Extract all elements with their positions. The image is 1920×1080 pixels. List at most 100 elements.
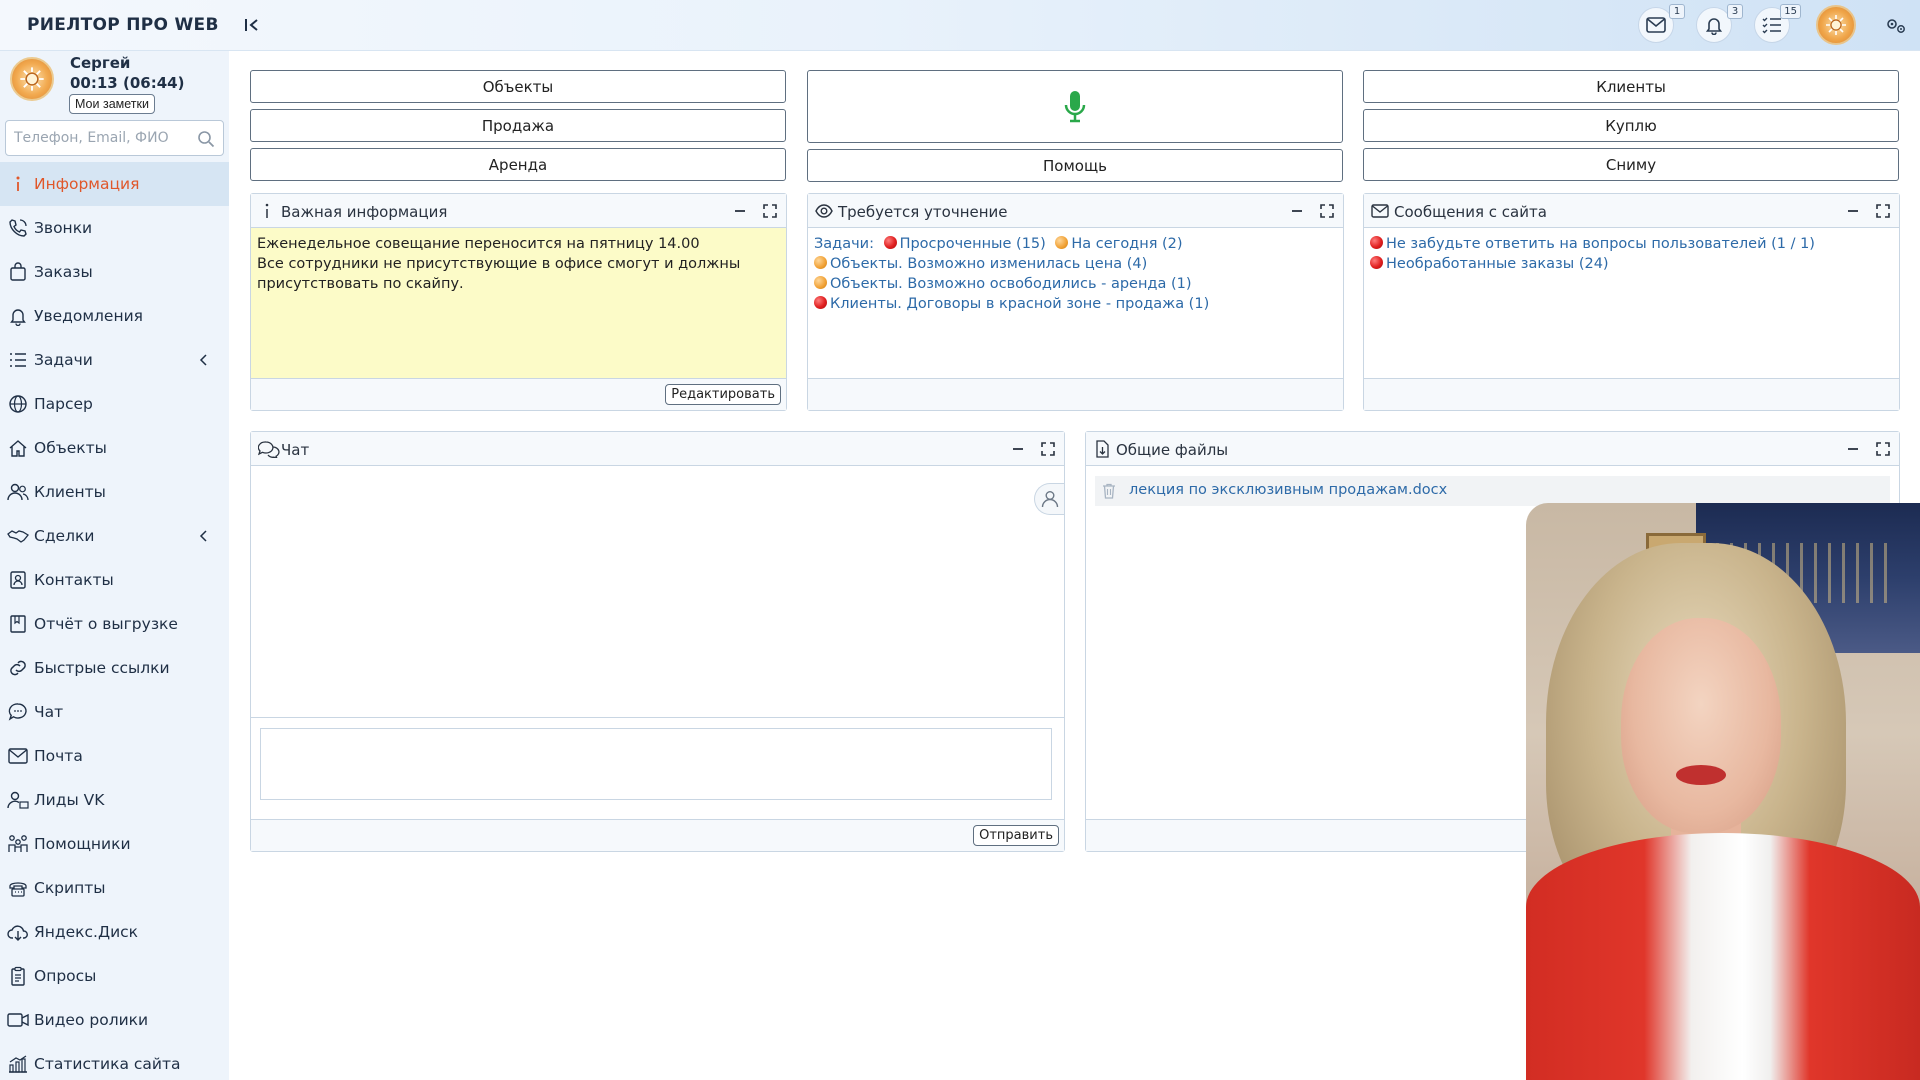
sidebar-item-mail[interactable]: Почта <box>0 734 229 778</box>
minimize-button[interactable] <box>730 201 750 221</box>
mail-icon <box>6 744 30 768</box>
orange-dot-icon <box>814 276 827 289</box>
bell-icon <box>1705 18 1723 35</box>
notifications-badge: 3 <box>1727 4 1743 19</box>
minimize-button[interactable] <box>1287 201 1307 221</box>
sale-button[interactable]: Продажа <box>250 109 786 142</box>
help-button[interactable]: Помощь <box>807 149 1343 182</box>
minimize-icon <box>1848 210 1858 212</box>
chat-users-button[interactable] <box>1034 483 1064 515</box>
mail-badge: 1 <box>1669 4 1685 19</box>
today-tasks-link[interactable]: На сегодня (2) <box>1071 236 1182 252</box>
edit-button[interactable]: Редактировать <box>665 384 781 405</box>
sidebar-item-helpers[interactable]: Помощники <box>0 822 229 866</box>
freed-rent-link[interactable]: Объекты. Возможно освободились - аренда … <box>830 276 1192 292</box>
file-link[interactable]: лекция по эксклюзивным продажам.docx <box>1129 482 1447 498</box>
sidebar-item-deals[interactable]: Сделки <box>0 514 229 558</box>
expand-button[interactable] <box>1873 201 1893 221</box>
my-notes-button[interactable]: Мои заметки <box>69 94 155 114</box>
panel-footer <box>808 378 1343 410</box>
chat-message-input[interactable] <box>260 728 1052 800</box>
sidebar: Сергей 00:13 (06:44) Мои заметки Информа… <box>0 51 229 1080</box>
panel-footer <box>1364 378 1899 410</box>
sidebar-item-export-report[interactable]: Отчёт о выгрузке <box>0 602 229 646</box>
script-icon <box>6 876 30 900</box>
minimize-button[interactable] <box>1008 439 1028 459</box>
sidebar-item-orders[interactable]: Заказы <box>0 250 229 294</box>
sidebar-item-contacts[interactable]: Контакты <box>0 558 229 602</box>
expand-button[interactable] <box>1317 201 1337 221</box>
mail-icon <box>1646 17 1666 33</box>
expand-icon <box>1876 204 1890 218</box>
collapse-sidebar-button[interactable] <box>241 14 263 36</box>
phone-icon <box>6 216 30 240</box>
sidebar-item-clients[interactable]: Клиенты <box>0 470 229 514</box>
sidebar-item-chat[interactable]: Чат <box>0 690 229 734</box>
list-item: Клиенты. Договоры в красной зоне - прода… <box>814 294 1337 314</box>
expand-button[interactable] <box>1038 439 1058 459</box>
rent-seek-button[interactable]: Сниму <box>1363 148 1899 181</box>
sidebar-item-label: Почта <box>34 747 83 765</box>
chevron-left-icon[interactable] <box>197 353 211 367</box>
sidebar-item-objects[interactable]: Объекты <box>0 426 229 470</box>
objects-button[interactable]: Объекты <box>250 70 786 103</box>
sidebar-item-label: Чат <box>34 703 64 721</box>
search-input[interactable] <box>14 128 194 148</box>
minimize-icon <box>1292 210 1302 212</box>
panel-title: Требуется уточнение <box>838 203 1008 221</box>
orange-dot-icon <box>1055 236 1069 249</box>
settings-button[interactable] <box>1884 14 1908 38</box>
info-icon <box>265 203 269 218</box>
sidebar-item-info[interactable]: Информация <box>0 162 229 206</box>
sidebar-item-tasks[interactable]: Задачи <box>0 338 229 382</box>
search-icon[interactable] <box>197 130 215 148</box>
trash-icon[interactable] <box>1100 482 1118 500</box>
collapse-left-icon <box>245 19 258 31</box>
unprocessed-orders-link[interactable]: Необработанные заказы (24) <box>1386 256 1609 272</box>
person-body <box>1526 833 1920 1080</box>
orange-dot-icon <box>814 256 827 269</box>
user-avatar[interactable] <box>10 57 54 101</box>
sidebar-item-videos[interactable]: Видео ролики <box>0 998 229 1042</box>
sidebar-item-label: Статистика сайта <box>34 1055 181 1073</box>
user-questions-link[interactable]: Не забудьте ответить на вопросы пользова… <box>1386 236 1815 252</box>
rent-button[interactable]: Аренда <box>250 148 786 181</box>
minimize-button[interactable] <box>1843 201 1863 221</box>
sidebar-item-parser[interactable]: Парсер <box>0 382 229 426</box>
send-button[interactable]: Отправить <box>973 825 1059 846</box>
sidebar-item-label: Объекты <box>34 439 107 457</box>
panel-title: Общие файлы <box>1116 441 1229 459</box>
helpers-icon <box>6 832 30 856</box>
expand-button[interactable] <box>1873 439 1893 459</box>
sidebar-item-vk-leads[interactable]: Лиды VK <box>0 778 229 822</box>
sidebar-item-scripts[interactable]: Скрипты <box>0 866 229 910</box>
tasks-row: Задачи: Просроченные (15) На сегодня (2) <box>814 234 1337 254</box>
video-call-overlay[interactable] <box>1526 503 1920 1080</box>
user-avatar-top[interactable] <box>1816 5 1856 45</box>
sidebar-item-notifications[interactable]: Уведомления <box>0 294 229 338</box>
overdue-tasks-link[interactable]: Просроченные (15) <box>900 236 1046 252</box>
sidebar-item-calls[interactable]: Звонки <box>0 206 229 250</box>
mail-button[interactable]: 1 <box>1638 4 1685 43</box>
chat-messages-area[interactable] <box>251 466 1064 718</box>
minimize-button[interactable] <box>1843 439 1863 459</box>
tasks-icon <box>6 348 30 372</box>
tasks-button[interactable]: 15 <box>1754 4 1801 43</box>
sidebar-item-yandex-disk[interactable]: Яндекс.Диск <box>0 910 229 954</box>
expand-button[interactable] <box>760 201 780 221</box>
price-changed-link[interactable]: Объекты. Возможно изменилась цена (4) <box>830 256 1147 272</box>
sidebar-item-quick-links[interactable]: Быстрые ссылки <box>0 646 229 690</box>
sidebar-item-site-stats[interactable]: Статистика сайта <box>0 1042 229 1080</box>
voice-input-button[interactable] <box>807 70 1343 143</box>
clients-button[interactable]: Клиенты <box>1363 70 1899 103</box>
chevron-left-icon[interactable] <box>197 529 211 543</box>
panel-header: Чат <box>251 432 1064 466</box>
link-icon <box>6 656 30 680</box>
red-zone-contracts-link[interactable]: Клиенты. Договоры в красной зоне - прода… <box>830 296 1209 312</box>
sidebar-item-polls[interactable]: Опросы <box>0 954 229 998</box>
notifications-button[interactable]: 3 <box>1696 4 1743 43</box>
site-messages-panel: Сообщения с сайта Не забудьте ответить н… <box>1363 193 1900 411</box>
gears-icon <box>1887 19 1905 33</box>
panel-title: Важная информация <box>281 203 448 221</box>
buy-button[interactable]: Куплю <box>1363 109 1899 142</box>
